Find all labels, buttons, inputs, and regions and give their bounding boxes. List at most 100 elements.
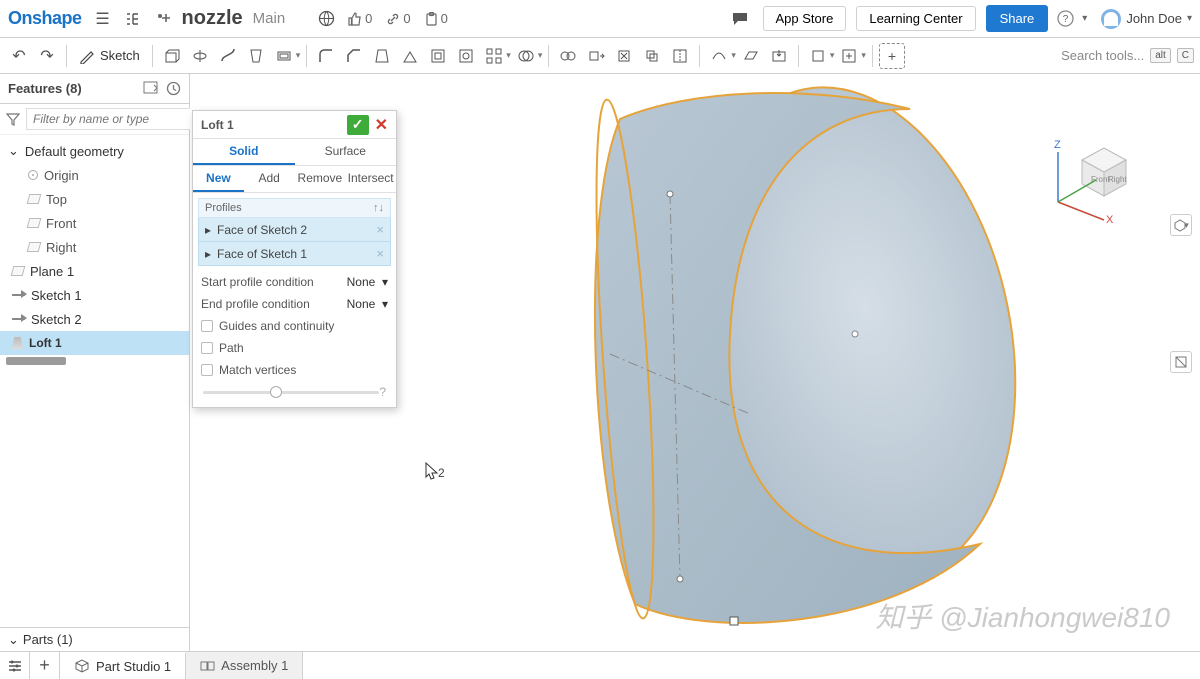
start-cond-label: Start profile condition <box>201 275 314 289</box>
subtab-remove[interactable]: Remove <box>295 166 346 192</box>
import-icon[interactable] <box>766 43 792 69</box>
feature-filter-input[interactable] <box>26 108 197 130</box>
delete-face-icon[interactable] <box>611 43 637 69</box>
modify-group-caret-icon[interactable]: ▾ <box>506 50 511 61</box>
match-vertices-checkbox[interactable] <box>201 364 213 376</box>
clipboard-count[interactable]: 0 <box>425 11 448 26</box>
display-mode-icon[interactable]: ▾ <box>1170 214 1192 236</box>
kbd-c: C <box>1177 48 1194 63</box>
cancel-button[interactable]: ✕ <box>375 115 388 135</box>
accept-button[interactable]: ✓ <box>347 115 369 135</box>
tab-surface[interactable]: Surface <box>295 139 397 165</box>
tab-options-icon[interactable] <box>0 652 30 679</box>
variable-icon[interactable] <box>836 43 862 69</box>
view-cube[interactable]: Front Right Z X <box>1040 124 1140 224</box>
boolean-group-caret-icon[interactable]: ▾ <box>538 50 543 61</box>
tessellation-slider[interactable] <box>203 391 379 394</box>
filter-funnel-icon[interactable] <box>6 112 20 126</box>
subtab-add[interactable]: Add <box>244 166 295 192</box>
learning-center-button[interactable]: Learning Center <box>856 6 975 31</box>
surface-group-caret-icon[interactable]: ▾ <box>731 50 736 61</box>
path-checkbox[interactable] <box>201 342 213 354</box>
branch-name[interactable]: Main <box>253 10 286 27</box>
globe-icon[interactable] <box>313 6 339 32</box>
reorder-icon[interactable]: ↑↓ <box>373 202 384 214</box>
section-view-icon[interactable] <box>1170 351 1192 373</box>
chamfer-icon[interactable] <box>341 43 367 69</box>
menu-icon[interactable]: ☰ <box>90 6 116 32</box>
help-icon[interactable]: ? <box>1052 6 1078 32</box>
loft-icon[interactable] <box>243 43 269 69</box>
fillet-icon[interactable] <box>313 43 339 69</box>
dialog-help-icon[interactable]: ? <box>379 385 386 399</box>
revolve-icon[interactable] <box>187 43 213 69</box>
end-cond-select[interactable]: None ▾ <box>347 297 388 311</box>
front-plane-node[interactable]: Front <box>0 211 189 235</box>
sweep-icon[interactable] <box>215 43 241 69</box>
split-icon[interactable] <box>667 43 693 69</box>
top-header: Onshape ☰ nozzle Main 0 0 0 App Store Le… <box>0 0 1200 38</box>
redo-icon[interactable]: ↷ <box>34 43 60 69</box>
insert-icon[interactable] <box>150 6 176 32</box>
sketch1-node[interactable]: Sketch 1 <box>0 283 189 307</box>
plane1-node[interactable]: Plane 1 <box>0 259 189 283</box>
thicken-icon[interactable] <box>271 43 297 69</box>
guides-checkbox[interactable] <box>201 320 213 332</box>
tab-solid[interactable]: Solid <box>193 139 295 165</box>
right-plane-node[interactable]: Right <box>0 235 189 259</box>
sketch-label: Sketch <box>100 48 140 63</box>
part-studio-tab[interactable]: Part Studio 1 <box>60 652 186 679</box>
hole-icon[interactable] <box>453 43 479 69</box>
draft-icon[interactable] <box>369 43 395 69</box>
profile-item-2[interactable]: ▸ Face of Sketch 1 × <box>198 242 391 266</box>
add-tab-button[interactable]: + <box>30 652 60 679</box>
tree-setup-icon[interactable] <box>120 6 146 32</box>
start-cond-select[interactable]: None ▾ <box>347 275 388 289</box>
subtab-intersect[interactable]: Intersect <box>345 166 396 192</box>
help-caret-icon[interactable]: ▾ <box>1082 13 1087 24</box>
custom-feature-icon[interactable]: + <box>879 43 905 69</box>
rollback-bar[interactable] <box>6 357 66 365</box>
sketch2-node[interactable]: Sketch 2 <box>0 307 189 331</box>
loft1-node[interactable]: Loft 1 <box>0 331 189 355</box>
assembly-tab[interactable]: Assembly 1 <box>186 652 303 679</box>
geometry-group-caret-icon[interactable]: ▾ <box>830 50 835 61</box>
parts-section[interactable]: ⌄ Parts (1) <box>0 627 189 651</box>
geometry-tool-icon[interactable] <box>805 43 831 69</box>
extrude-icon[interactable] <box>159 43 185 69</box>
user-menu[interactable]: John Doe ▾ <box>1101 9 1192 29</box>
likes-count[interactable]: 0 <box>348 11 372 26</box>
feature-list-settings-icon[interactable] <box>143 81 158 96</box>
links-count[interactable]: 0 <box>386 11 410 26</box>
share-button[interactable]: Share <box>986 5 1049 32</box>
move-face-icon[interactable] <box>583 43 609 69</box>
parts-label: Parts (1) <box>23 632 73 647</box>
features-header: Features (8) <box>0 74 189 104</box>
top-plane-node[interactable]: Top <box>0 187 189 211</box>
document-name[interactable]: nozzle <box>182 7 243 30</box>
plane-tool-icon[interactable] <box>738 43 764 69</box>
origin-node[interactable]: Origin <box>0 163 189 187</box>
replace-face-icon[interactable] <box>639 43 665 69</box>
app-store-button[interactable]: App Store <box>763 6 847 31</box>
variable-group-caret-icon[interactable]: ▾ <box>861 50 866 61</box>
remove-profile-icon[interactable]: × <box>376 222 384 237</box>
pattern-icon[interactable] <box>481 43 507 69</box>
loft-dialog-title: Loft 1 <box>201 118 234 132</box>
boolean-icon[interactable] <box>513 43 539 69</box>
profile-item-1[interactable]: ▸ Face of Sketch 2 × <box>198 218 391 242</box>
subtab-new[interactable]: New <box>193 166 244 192</box>
rollback-clock-icon[interactable] <box>166 81 181 96</box>
chat-icon[interactable] <box>727 6 753 32</box>
sketch-button[interactable]: Sketch <box>73 48 146 64</box>
logo[interactable]: Onshape <box>8 8 86 29</box>
transform-icon[interactable] <box>555 43 581 69</box>
default-geometry-node[interactable]: ⌄ Default geometry <box>0 139 189 163</box>
search-tools-input[interactable]: Search tools... <box>1061 48 1144 63</box>
shell-icon[interactable] <box>425 43 451 69</box>
undo-icon[interactable]: ↶ <box>6 43 32 69</box>
solid-group-caret-icon[interactable]: ▾ <box>296 50 301 61</box>
rib-icon[interactable] <box>397 43 423 69</box>
remove-profile-icon[interactable]: × <box>376 246 384 261</box>
surface-tool-icon[interactable] <box>706 43 732 69</box>
